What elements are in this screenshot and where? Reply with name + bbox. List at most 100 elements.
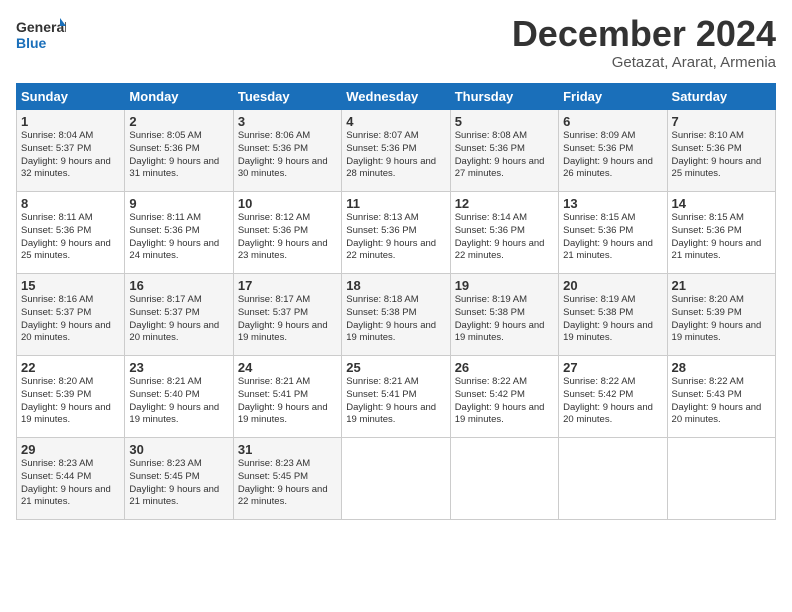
day-info: Sunrise: 8:23 AMSunset: 5:45 PMDaylight:… bbox=[238, 458, 337, 509]
day-info: Sunrise: 8:13 AMSunset: 5:36 PMDaylight:… bbox=[346, 212, 445, 263]
month-title: December 2024 bbox=[512, 16, 776, 52]
day-info: Sunrise: 8:07 AMSunset: 5:36 PMDaylight:… bbox=[346, 130, 445, 181]
day-number: 8 bbox=[21, 196, 120, 211]
day-number: 29 bbox=[21, 442, 120, 457]
day-number: 2 bbox=[129, 114, 228, 129]
table-cell: 10Sunrise: 8:12 AMSunset: 5:36 PMDayligh… bbox=[233, 192, 341, 274]
svg-text:Blue: Blue bbox=[16, 35, 47, 51]
table-cell: 27Sunrise: 8:22 AMSunset: 5:42 PMDayligh… bbox=[559, 356, 667, 438]
table-cell: 26Sunrise: 8:22 AMSunset: 5:42 PMDayligh… bbox=[450, 356, 558, 438]
day-number: 15 bbox=[21, 278, 120, 293]
table-cell: 20Sunrise: 8:19 AMSunset: 5:38 PMDayligh… bbox=[559, 274, 667, 356]
day-number: 4 bbox=[346, 114, 445, 129]
table-cell: 31Sunrise: 8:23 AMSunset: 5:45 PMDayligh… bbox=[233, 438, 341, 520]
day-info: Sunrise: 8:11 AMSunset: 5:36 PMDaylight:… bbox=[21, 212, 120, 263]
col-saturday: Saturday bbox=[667, 84, 775, 110]
day-number: 23 bbox=[129, 360, 228, 375]
table-cell bbox=[342, 438, 450, 520]
col-monday: Monday bbox=[125, 84, 233, 110]
table-cell: 14Sunrise: 8:15 AMSunset: 5:36 PMDayligh… bbox=[667, 192, 775, 274]
table-row: 22Sunrise: 8:20 AMSunset: 5:39 PMDayligh… bbox=[17, 356, 776, 438]
day-info: Sunrise: 8:22 AMSunset: 5:42 PMDaylight:… bbox=[563, 376, 662, 427]
day-info: Sunrise: 8:19 AMSunset: 5:38 PMDaylight:… bbox=[563, 294, 662, 345]
table-cell: 12Sunrise: 8:14 AMSunset: 5:36 PMDayligh… bbox=[450, 192, 558, 274]
header: General Blue December 2024 Getazat, Arar… bbox=[16, 16, 776, 71]
day-info: Sunrise: 8:09 AMSunset: 5:36 PMDaylight:… bbox=[563, 130, 662, 181]
subtitle: Getazat, Ararat, Armenia bbox=[512, 54, 776, 71]
day-number: 11 bbox=[346, 196, 445, 211]
table-cell: 4Sunrise: 8:07 AMSunset: 5:36 PMDaylight… bbox=[342, 110, 450, 192]
day-number: 26 bbox=[455, 360, 554, 375]
day-info: Sunrise: 8:23 AMSunset: 5:45 PMDaylight:… bbox=[129, 458, 228, 509]
day-info: Sunrise: 8:18 AMSunset: 5:38 PMDaylight:… bbox=[346, 294, 445, 345]
day-info: Sunrise: 8:04 AMSunset: 5:37 PMDaylight:… bbox=[21, 130, 120, 181]
day-info: Sunrise: 8:20 AMSunset: 5:39 PMDaylight:… bbox=[672, 294, 771, 345]
day-number: 22 bbox=[21, 360, 120, 375]
day-number: 5 bbox=[455, 114, 554, 129]
day-info: Sunrise: 8:23 AMSunset: 5:44 PMDaylight:… bbox=[21, 458, 120, 509]
table-cell: 5Sunrise: 8:08 AMSunset: 5:36 PMDaylight… bbox=[450, 110, 558, 192]
day-info: Sunrise: 8:16 AMSunset: 5:37 PMDaylight:… bbox=[21, 294, 120, 345]
svg-text:General: General bbox=[16, 19, 66, 35]
table-cell: 25Sunrise: 8:21 AMSunset: 5:41 PMDayligh… bbox=[342, 356, 450, 438]
day-number: 31 bbox=[238, 442, 337, 457]
calendar-container: General Blue December 2024 Getazat, Arar… bbox=[0, 0, 792, 528]
header-row: Sunday Monday Tuesday Wednesday Thursday… bbox=[17, 84, 776, 110]
day-info: Sunrise: 8:21 AMSunset: 5:41 PMDaylight:… bbox=[238, 376, 337, 427]
day-info: Sunrise: 8:17 AMSunset: 5:37 PMDaylight:… bbox=[129, 294, 228, 345]
day-number: 27 bbox=[563, 360, 662, 375]
table-cell: 24Sunrise: 8:21 AMSunset: 5:41 PMDayligh… bbox=[233, 356, 341, 438]
table-row: 8Sunrise: 8:11 AMSunset: 5:36 PMDaylight… bbox=[17, 192, 776, 274]
col-thursday: Thursday bbox=[450, 84, 558, 110]
day-number: 14 bbox=[672, 196, 771, 211]
day-info: Sunrise: 8:08 AMSunset: 5:36 PMDaylight:… bbox=[455, 130, 554, 181]
day-number: 17 bbox=[238, 278, 337, 293]
table-row: 29Sunrise: 8:23 AMSunset: 5:44 PMDayligh… bbox=[17, 438, 776, 520]
day-number: 25 bbox=[346, 360, 445, 375]
col-friday: Friday bbox=[559, 84, 667, 110]
table-cell: 17Sunrise: 8:17 AMSunset: 5:37 PMDayligh… bbox=[233, 274, 341, 356]
day-number: 10 bbox=[238, 196, 337, 211]
table-row: 1Sunrise: 8:04 AMSunset: 5:37 PMDaylight… bbox=[17, 110, 776, 192]
day-info: Sunrise: 8:05 AMSunset: 5:36 PMDaylight:… bbox=[129, 130, 228, 181]
day-number: 18 bbox=[346, 278, 445, 293]
title-block: December 2024 Getazat, Ararat, Armenia bbox=[512, 16, 776, 71]
logo: General Blue bbox=[16, 16, 66, 58]
col-wednesday: Wednesday bbox=[342, 84, 450, 110]
table-cell: 16Sunrise: 8:17 AMSunset: 5:37 PMDayligh… bbox=[125, 274, 233, 356]
table-cell bbox=[559, 438, 667, 520]
day-info: Sunrise: 8:17 AMSunset: 5:37 PMDaylight:… bbox=[238, 294, 337, 345]
col-sunday: Sunday bbox=[17, 84, 125, 110]
day-number: 20 bbox=[563, 278, 662, 293]
table-cell: 22Sunrise: 8:20 AMSunset: 5:39 PMDayligh… bbox=[17, 356, 125, 438]
table-cell: 7Sunrise: 8:10 AMSunset: 5:36 PMDaylight… bbox=[667, 110, 775, 192]
table-cell: 1Sunrise: 8:04 AMSunset: 5:37 PMDaylight… bbox=[17, 110, 125, 192]
table-cell bbox=[667, 438, 775, 520]
table-cell: 11Sunrise: 8:13 AMSunset: 5:36 PMDayligh… bbox=[342, 192, 450, 274]
day-number: 24 bbox=[238, 360, 337, 375]
day-info: Sunrise: 8:22 AMSunset: 5:43 PMDaylight:… bbox=[672, 376, 771, 427]
day-info: Sunrise: 8:21 AMSunset: 5:41 PMDaylight:… bbox=[346, 376, 445, 427]
col-tuesday: Tuesday bbox=[233, 84, 341, 110]
table-cell: 29Sunrise: 8:23 AMSunset: 5:44 PMDayligh… bbox=[17, 438, 125, 520]
day-info: Sunrise: 8:06 AMSunset: 5:36 PMDaylight:… bbox=[238, 130, 337, 181]
day-info: Sunrise: 8:10 AMSunset: 5:36 PMDaylight:… bbox=[672, 130, 771, 181]
day-info: Sunrise: 8:22 AMSunset: 5:42 PMDaylight:… bbox=[455, 376, 554, 427]
day-number: 3 bbox=[238, 114, 337, 129]
day-number: 19 bbox=[455, 278, 554, 293]
day-number: 21 bbox=[672, 278, 771, 293]
day-number: 30 bbox=[129, 442, 228, 457]
day-info: Sunrise: 8:15 AMSunset: 5:36 PMDaylight:… bbox=[563, 212, 662, 263]
table-cell: 8Sunrise: 8:11 AMSunset: 5:36 PMDaylight… bbox=[17, 192, 125, 274]
table-cell: 21Sunrise: 8:20 AMSunset: 5:39 PMDayligh… bbox=[667, 274, 775, 356]
day-info: Sunrise: 8:12 AMSunset: 5:36 PMDaylight:… bbox=[238, 212, 337, 263]
table-cell: 6Sunrise: 8:09 AMSunset: 5:36 PMDaylight… bbox=[559, 110, 667, 192]
logo-svg: General Blue bbox=[16, 16, 66, 58]
table-cell bbox=[450, 438, 558, 520]
table-cell: 13Sunrise: 8:15 AMSunset: 5:36 PMDayligh… bbox=[559, 192, 667, 274]
table-cell: 2Sunrise: 8:05 AMSunset: 5:36 PMDaylight… bbox=[125, 110, 233, 192]
day-number: 16 bbox=[129, 278, 228, 293]
day-number: 7 bbox=[672, 114, 771, 129]
table-cell: 9Sunrise: 8:11 AMSunset: 5:36 PMDaylight… bbox=[125, 192, 233, 274]
table-cell: 23Sunrise: 8:21 AMSunset: 5:40 PMDayligh… bbox=[125, 356, 233, 438]
